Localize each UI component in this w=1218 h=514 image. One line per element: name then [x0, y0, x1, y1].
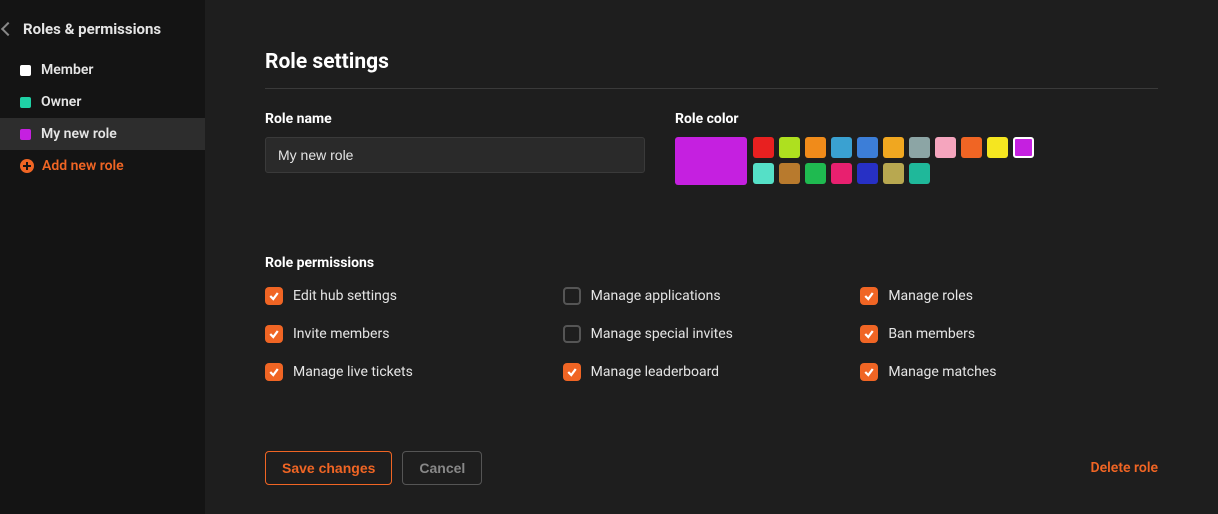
role-color-section: Role color — [675, 111, 1158, 185]
color-swatch[interactable] — [779, 163, 800, 184]
footer-left: Save changes Cancel — [265, 451, 482, 485]
color-swatch[interactable] — [779, 137, 800, 158]
color-swatch[interactable] — [1013, 137, 1034, 158]
permissions-label: Role permissions — [265, 255, 1158, 271]
permission-checkbox[interactable] — [563, 363, 581, 381]
permission-label: Ban members — [888, 326, 975, 342]
sidebar-role-item[interactable]: Owner — [0, 86, 205, 118]
add-role-label: Add new role — [42, 158, 124, 174]
role-item-label: Member — [41, 62, 93, 78]
permission-item: Ban members — [860, 325, 1158, 343]
color-swatch[interactable] — [961, 137, 982, 158]
role-item-label: My new role — [41, 126, 117, 142]
color-swatch[interactable] — [883, 137, 904, 158]
color-swatch[interactable] — [909, 163, 930, 184]
permission-checkbox[interactable] — [265, 325, 283, 343]
permission-label: Manage live tickets — [293, 364, 413, 380]
footer: Save changes Cancel Delete role — [265, 451, 1158, 485]
permission-checkbox[interactable] — [265, 287, 283, 305]
form-row: Role name Role color — [265, 111, 1158, 185]
color-picker — [675, 137, 1158, 185]
chevron-left-icon — [1, 22, 15, 36]
role-color-icon — [20, 65, 31, 76]
role-list: Member Owner My new role — [0, 54, 205, 150]
sidebar-header[interactable]: Roles & permissions — [0, 12, 205, 54]
permission-label: Edit hub settings — [293, 288, 397, 304]
permission-item: Manage roles — [860, 287, 1158, 305]
permission-checkbox[interactable] — [860, 325, 878, 343]
permission-label: Invite members — [293, 326, 389, 342]
role-name-input[interactable] — [265, 137, 645, 173]
sidebar-role-item[interactable]: Member — [0, 54, 205, 86]
role-color-icon — [20, 97, 31, 108]
color-swatch[interactable] — [987, 137, 1008, 158]
color-swatch[interactable] — [909, 137, 930, 158]
permission-item: Manage applications — [563, 287, 861, 305]
role-name-section: Role name — [265, 111, 645, 185]
permission-checkbox[interactable] — [563, 325, 581, 343]
selected-color-swatch — [675, 137, 747, 185]
cancel-button[interactable]: Cancel — [402, 451, 482, 485]
role-item-label: Owner — [41, 94, 81, 110]
sidebar-role-item[interactable]: My new role — [0, 118, 205, 150]
color-swatch[interactable] — [753, 163, 774, 184]
main-content: Role settings Role name Role color Role … — [205, 0, 1218, 514]
permission-checkbox[interactable] — [563, 287, 581, 305]
permission-checkbox[interactable] — [265, 363, 283, 381]
add-role-button[interactable]: Add new role — [0, 150, 205, 182]
permission-label: Manage special invites — [591, 326, 733, 342]
color-swatch[interactable] — [753, 137, 774, 158]
permission-item: Manage matches — [860, 363, 1158, 381]
permission-label: Manage applications — [591, 288, 721, 304]
permission-item: Manage live tickets — [265, 363, 563, 381]
permission-checkbox[interactable] — [860, 363, 878, 381]
permission-label: Manage matches — [888, 364, 996, 380]
color-swatch[interactable] — [935, 137, 956, 158]
page-title: Role settings — [265, 50, 1158, 89]
sidebar-title: Roles & permissions — [23, 20, 161, 38]
plus-icon — [20, 159, 34, 173]
color-swatch[interactable] — [857, 163, 878, 184]
color-swatch[interactable] — [805, 163, 826, 184]
permission-label: Manage leaderboard — [591, 364, 719, 380]
color-swatch[interactable] — [883, 163, 904, 184]
permission-checkbox[interactable] — [860, 287, 878, 305]
sidebar: Roles & permissions Member Owner My new ro… — [0, 0, 205, 514]
permission-item: Manage leaderboard — [563, 363, 861, 381]
save-button[interactable]: Save changes — [265, 451, 392, 485]
color-swatch[interactable] — [831, 137, 852, 158]
role-color-label: Role color — [675, 111, 1158, 127]
color-swatch[interactable] — [805, 137, 826, 158]
role-name-label: Role name — [265, 111, 645, 127]
color-swatch[interactable] — [857, 137, 878, 158]
color-swatch-grid — [753, 137, 1043, 184]
permission-item: Edit hub settings — [265, 287, 563, 305]
permission-item: Invite members — [265, 325, 563, 343]
color-swatch[interactable] — [831, 163, 852, 184]
permissions-grid: Edit hub settings Manage applications Mana… — [265, 287, 1158, 381]
permission-item: Manage special invites — [563, 325, 861, 343]
role-color-icon — [20, 129, 31, 140]
delete-role-link[interactable]: Delete role — [1091, 460, 1158, 476]
permission-label: Manage roles — [888, 288, 973, 304]
